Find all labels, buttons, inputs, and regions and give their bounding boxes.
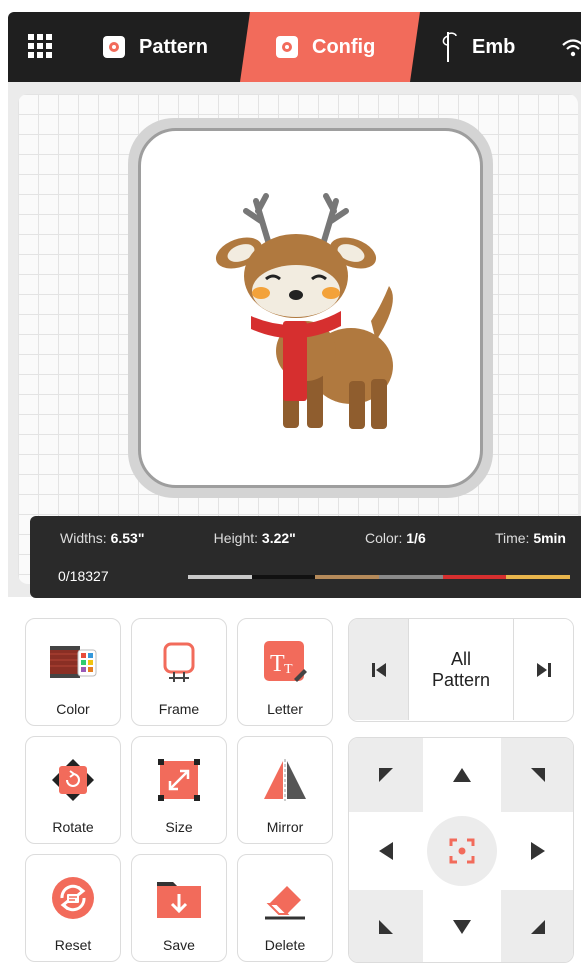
arrow-down-right-icon <box>531 920 545 934</box>
rotate-button-label: Rotate <box>52 819 94 835</box>
color-readout: Color: 1/6 <box>365 530 426 546</box>
color-button[interactable]: Color <box>25 618 121 726</box>
eraser-icon <box>260 873 310 923</box>
delete-button[interactable]: Delete <box>237 854 333 962</box>
move-down-left-button[interactable] <box>349 890 423 962</box>
save-button-label: Save <box>163 937 195 953</box>
widths-readout: Widths: 6.53" <box>60 530 145 546</box>
arrow-up-left-icon <box>379 768 393 782</box>
color-button-label: Color <box>56 701 90 717</box>
letter-button-label: Letter <box>267 701 303 717</box>
thread-color-segment <box>188 575 252 579</box>
position-dpad <box>348 737 574 963</box>
tab-pattern[interactable]: Pattern <box>103 12 208 82</box>
design-info-panel: Widths: 6.53" Height: 3.22" Color: 1/6 T… <box>30 516 581 598</box>
tab-config[interactable]: Config <box>240 12 420 82</box>
size-button-label: Size <box>165 819 193 835</box>
canvas-area: Widths: 6.53" Height: 3.22" Color: 1/6 T… <box>8 82 581 598</box>
arrow-right-icon <box>531 842 545 860</box>
reset-icon <box>48 873 98 923</box>
tab-emb[interactable]: Emb <box>438 12 515 82</box>
tab-pattern-label: Pattern <box>139 35 208 58</box>
pattern-icon <box>103 36 125 58</box>
skip-previous-icon <box>371 662 386 677</box>
apps-grid-icon[interactable] <box>26 32 56 62</box>
save-icon <box>154 873 204 923</box>
tab-config-label: Config <box>312 35 376 58</box>
height-readout: Height: 3.22" <box>213 530 296 546</box>
move-up-right-button[interactable] <box>501 738 573 812</box>
needle-icon <box>438 30 458 64</box>
save-button[interactable]: Save <box>131 854 227 962</box>
move-down-right-button[interactable] <box>501 890 573 962</box>
mirror-button[interactable]: Mirror <box>237 736 333 844</box>
thread-color-segment <box>506 575 571 579</box>
center-design-button[interactable] <box>425 814 499 888</box>
color-thread-icon <box>48 637 98 687</box>
move-right-button[interactable] <box>501 814 573 888</box>
top-navigation-bar: Pattern Config Emb <box>8 12 581 82</box>
move-left-button[interactable] <box>349 814 423 888</box>
previous-pattern-button[interactable] <box>349 619 409 720</box>
svg-text:T: T <box>284 662 293 677</box>
letter-icon: T T <box>260 637 310 687</box>
thread-color-segment <box>379 575 443 579</box>
arrow-left-icon <box>379 842 393 860</box>
thread-color-segment <box>315 575 380 579</box>
hoop-inner-area <box>138 128 483 488</box>
rotate-icon <box>48 755 98 805</box>
design-canvas[interactable]: Widths: 6.53" Height: 3.22" Color: 1/6 T… <box>18 94 581 598</box>
pattern-selector: All Pattern <box>348 618 574 722</box>
size-button[interactable]: Size <box>131 736 227 844</box>
frame-button-label: Frame <box>158 701 200 717</box>
deer-embroidery-design[interactable] <box>211 191 421 441</box>
skip-next-icon <box>536 662 551 677</box>
config-icon <box>276 36 298 58</box>
thread-color-segment <box>442 575 507 579</box>
thread-color-bar <box>188 575 571 579</box>
rotate-button[interactable]: Rotate <box>25 736 121 844</box>
svg-text:T: T <box>270 651 285 677</box>
mirror-icon <box>260 755 310 805</box>
wifi-icon[interactable] <box>561 36 581 60</box>
arrow-up-icon <box>453 768 471 782</box>
reset-button-label: Reset <box>54 937 92 953</box>
arrow-down-left-icon <box>379 920 393 934</box>
size-icon <box>154 755 204 805</box>
frame-icon <box>154 637 204 687</box>
embroidery-hoop <box>128 118 493 498</box>
mirror-button-label: Mirror <box>266 819 304 835</box>
arrow-down-icon <box>453 920 471 934</box>
reset-button[interactable]: Reset <box>25 854 121 962</box>
move-down-button[interactable] <box>425 890 499 962</box>
tab-emb-label: Emb <box>472 35 516 58</box>
arrow-up-right-icon <box>531 768 545 782</box>
center-focus-icon <box>427 816 497 886</box>
next-pattern-button[interactable] <box>513 619 573 720</box>
thread-color-segment <box>251 575 316 579</box>
time-readout: Time: 5min <box>494 530 566 546</box>
pattern-selector-label: All Pattern <box>431 649 491 690</box>
letter-button[interactable]: T T Letter <box>237 618 333 726</box>
delete-button-label: Delete <box>264 937 306 953</box>
stitch-count: 0/18327 <box>58 568 109 584</box>
move-up-left-button[interactable] <box>349 738 423 812</box>
move-up-button[interactable] <box>425 738 499 812</box>
frame-button[interactable]: Frame <box>131 618 227 726</box>
